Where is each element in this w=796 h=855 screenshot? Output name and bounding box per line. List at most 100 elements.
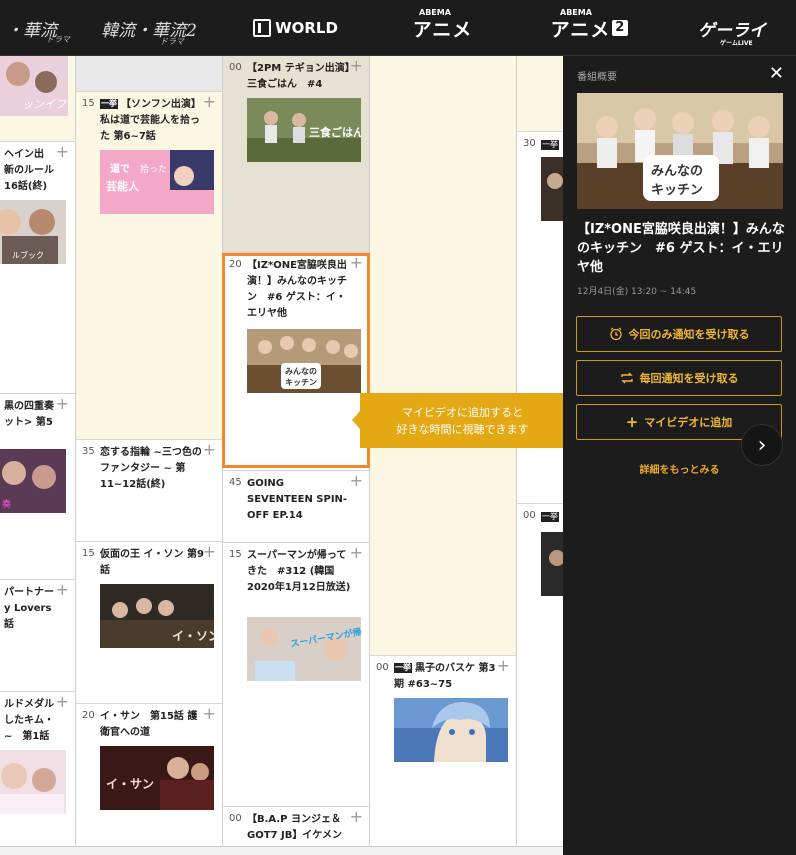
add-plus-icon[interactable]: + (350, 57, 363, 75)
thumbnail-text: イ・ソン (172, 629, 214, 643)
program-title: 【B.A.P ヨンジェ＆GOT7 JB】イケメン (247, 814, 343, 841)
program-cell[interactable]: 00 【2PM テギョン出演】三食ごはん #4 + 三食ごはん (223, 56, 369, 253)
program-thumbnail (541, 157, 563, 221)
program-cell[interactable]: 35 恋する指輪 ~三つ色のファンタジー ~ 第11~12話(終) + (76, 440, 222, 542)
program-cell[interactable]: ッンイフ (0, 56, 75, 142)
program-thumbnail: イ・サン (100, 746, 214, 810)
program-cell[interactable]: 15 一挙 【ソンフン出演】私は道で芸能人を拾った 第6~7話 + 道で 芸能人 拾っ… (76, 92, 222, 440)
program-cell[interactable]: 00 【B.A.P ヨンジェ＆GOT7 JB】イケメン + (223, 807, 369, 846)
program-title: イ・サン 第15話 護衛官への道 (100, 711, 198, 738)
channel-logo-abema-anime2[interactable]: ABEMA アニメ 2 (516, 0, 663, 56)
tv-guide-page: ・華流 ドラマ 韓流・華流2 ドラマ WORLD ABEMA アニメ ABEMA… (0, 0, 796, 855)
program-title-line: 新のルール (4, 165, 54, 176)
new-badge: 一挙 (394, 663, 412, 673)
myvideo-tooltip: マイビデオに追加すると 好きな時間に視聴できます (352, 393, 573, 448)
program-cell[interactable]: 30 一挙 (517, 132, 563, 504)
guide-column-0: ッンイフ ヘイン出 新のルール 16話(終) + ルブック 黒の四重奏 ット> … (0, 56, 75, 846)
program-cell[interactable]: ルドメダル したキム・ ~ 第1話 + (0, 692, 75, 846)
program-thumbnail: 道で 芸能人 拾った (100, 150, 214, 214)
button-label: マイビデオに追加 (644, 416, 733, 429)
notify-once-button[interactable]: 今回のみ通知を受け取る (576, 316, 782, 352)
channel-logo-text: ゲーライ (698, 20, 766, 41)
new-badge: 一挙 (100, 99, 118, 109)
thumbnail-text: みんなの (651, 164, 703, 179)
repeat-icon (620, 372, 633, 384)
add-plus-icon[interactable]: + (203, 543, 216, 561)
empty-cell (370, 56, 516, 656)
program-start-minute: 15 (82, 98, 95, 109)
add-plus-icon[interactable]: + (56, 581, 69, 599)
program-cell[interactable]: ヘイン出 新のルール 16話(終) + ルブック (0, 142, 75, 394)
add-plus-icon[interactable]: + (56, 693, 69, 711)
channel-logo-text: WORLD (275, 19, 338, 37)
tooltip-line: マイビデオに追加すると (402, 405, 523, 419)
button-label: 毎回通知を受け取る (639, 372, 739, 385)
empty-cell (76, 56, 222, 92)
program-thumbnail: ルブック (0, 200, 66, 264)
channel-logo-kanryu2[interactable]: 韓流・華流2 ドラマ (76, 0, 222, 56)
panel-header: 番組概要 (577, 72, 617, 83)
chevron-right-icon[interactable]: › (741, 424, 783, 466)
new-badge: 一挙 (541, 512, 559, 522)
add-plus-icon[interactable]: + (203, 705, 216, 723)
program-start-minute: 15 (82, 548, 95, 559)
channel-logo-text: アニメ (550, 18, 611, 41)
add-plus-icon[interactable]: + (497, 657, 510, 675)
program-cell[interactable]: 00 一挙 黒子のバスケ 第3期 #63~75 + (370, 656, 516, 846)
add-plus-icon[interactable]: + (350, 544, 363, 562)
add-plus-icon[interactable]: + (56, 143, 69, 161)
channel-logo-abema-anime[interactable]: ABEMA アニメ (369, 0, 516, 56)
add-plus-icon[interactable]: + (203, 441, 216, 459)
thumbnail-text: 芸能人 (106, 179, 140, 193)
program-thumbnail (0, 750, 66, 814)
channel-logo-kanryu[interactable]: ・華流 ドラマ (0, 0, 75, 56)
program-title: パートナー y Lovers 話 (4, 585, 57, 633)
program-cell[interactable]: 00 一挙 (517, 504, 563, 846)
empty-cell (517, 56, 563, 132)
program-title: ルドメダル したキム・ ~ 第1話 (4, 697, 57, 745)
program-title-line: ット> 第5 (4, 417, 53, 428)
program-title: 一挙 黒子のバスケ 第3期 #63~75 (394, 661, 498, 693)
program-title-line: 16話(終) (4, 181, 48, 192)
notify-every-button[interactable]: 毎回通知を受け取る (576, 360, 782, 396)
channel-logo-kworld[interactable]: WORLD (222, 0, 369, 56)
program-thumbnail: 奏 (0, 449, 66, 513)
thumbnail-text: キッチン (651, 183, 703, 198)
program-title-line: 話 (4, 619, 14, 630)
channel-number-badge: 2 (612, 20, 629, 36)
program-title: GOING SEVENTEEN SPIN-OFF EP.14 (247, 478, 348, 521)
add-plus-icon[interactable]: + (350, 808, 363, 826)
program-title-line: ~ 第1話 (4, 731, 50, 742)
panel-program-title: 【IZ*ONE宮脇咲良出演！】みんなのキッチン #6 ゲスト：イ・エリヤ他 (577, 222, 785, 275)
channel-logo-subtext: ドラマ (160, 37, 184, 46)
horizontal-scrollbar[interactable] (0, 846, 563, 855)
channel-logo-gamelive[interactable]: ゲーライ ゲームLIVE (668, 0, 796, 56)
program-title: 【2PM テギョン出演】三食ごはん #4 (247, 63, 350, 90)
program-title-line: 黒の四重奏 (4, 401, 54, 412)
close-icon[interactable]: ✕ (769, 64, 784, 84)
program-title-line: したキム・ (4, 715, 54, 726)
program-start-minute: 35 (82, 446, 95, 457)
channel-header-bar: ・華流 ドラマ 韓流・華流2 ドラマ WORLD ABEMA アニメ ABEMA… (0, 0, 796, 56)
channel-logo-subtext: ABEMA (419, 8, 451, 17)
program-title: 仮面の王 イ・ソン 第9話 (100, 549, 204, 576)
program-start-minute: 00 (523, 510, 536, 521)
program-start-minute: 00 (229, 813, 242, 824)
add-plus-icon[interactable]: + (203, 93, 216, 111)
program-cell[interactable]: パートナー y Lovers 話 + (0, 580, 75, 692)
guide-column-3: 00 一挙 黒子のバスケ 第3期 #63~75 + (370, 56, 516, 846)
program-cell[interactable]: 黒の四重奏 ット> 第5 + 奏 (0, 394, 75, 580)
thumbnail-text: 道で (110, 162, 130, 175)
program-cell[interactable]: 45 GOING SEVENTEEN SPIN-OFF EP.14 + (223, 471, 369, 543)
guide-column-1: 15 一挙 【ソンフン出演】私は道で芸能人を拾った 第6~7話 + 道で 芸能人 拾っ… (76, 56, 222, 846)
program-thumbnail (394, 698, 508, 762)
program-start-minute: 00 (376, 662, 389, 673)
program-thumbnail: 三食ごはん (247, 98, 361, 162)
program-cell[interactable]: 20 イ・サン 第15話 護衛官への道 + イ・サン (76, 704, 222, 846)
program-cell[interactable]: 15 仮面の王 イ・ソン 第9話 + イ・ソン (76, 542, 222, 704)
add-plus-icon[interactable]: + (56, 395, 69, 413)
selected-program-highlight (222, 253, 370, 468)
program-start-minute: 20 (82, 710, 95, 721)
add-plus-icon[interactable]: + (350, 472, 363, 490)
program-cell[interactable]: 15 スーパーマンが帰ってきた #312 (韓国2020年1月12日放送) + … (223, 543, 369, 807)
